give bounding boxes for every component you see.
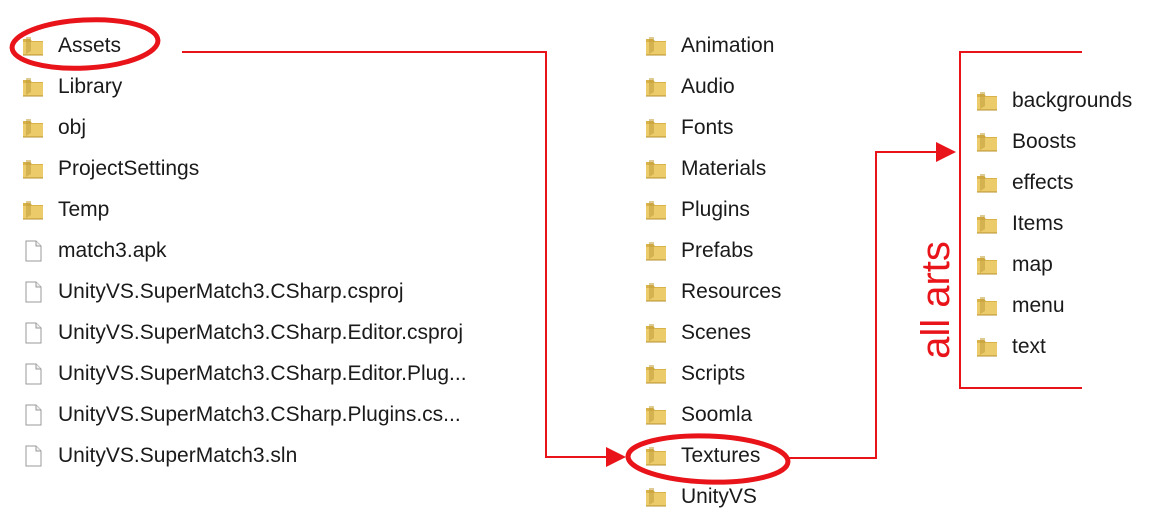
folder-item-menu[interactable]: menu bbox=[974, 290, 1065, 322]
file-icon bbox=[20, 320, 46, 346]
folder-icon bbox=[643, 320, 669, 346]
file-item-unityvs-supermatch3-sln[interactable]: UnityVS.SuperMatch3.sln bbox=[20, 440, 297, 472]
item-label: Scenes bbox=[681, 321, 752, 344]
folder-icon bbox=[643, 115, 669, 141]
item-label: UnityVS.SuperMatch3.CSharp.Editor.Plug..… bbox=[58, 362, 467, 385]
folder-item-assets[interactable]: Assets bbox=[20, 30, 121, 62]
item-label: effects bbox=[1012, 171, 1074, 194]
item-label: Animation bbox=[681, 34, 775, 57]
file-item-unityvs-supermatch3-csharp-editor-csproj[interactable]: UnityVS.SuperMatch3.CSharp.Editor.csproj bbox=[20, 317, 463, 349]
folder-item-projectsettings[interactable]: ProjectSettings bbox=[20, 153, 199, 185]
folder-icon bbox=[974, 293, 1000, 319]
folder-icon bbox=[20, 115, 46, 141]
file-icon bbox=[20, 238, 46, 264]
folder-icon bbox=[643, 279, 669, 305]
all-arts-label: all arts bbox=[906, 230, 966, 370]
item-label: Scripts bbox=[681, 362, 746, 385]
textures-folder-list: backgrounds Boosts effects Items map menu text bbox=[974, 85, 1159, 385]
folder-item-library[interactable]: Library bbox=[20, 71, 122, 103]
item-label: UnityVS.SuperMatch3.CSharp.Editor.csproj bbox=[58, 321, 464, 344]
folder-icon bbox=[974, 88, 1000, 114]
folder-icon bbox=[974, 129, 1000, 155]
item-label: Resources bbox=[681, 280, 782, 303]
item-label: Temp bbox=[58, 198, 110, 221]
folder-item-scenes[interactable]: Scenes bbox=[643, 317, 751, 349]
textures-to-subfolders-arrowhead bbox=[936, 142, 956, 162]
folder-item-backgrounds[interactable]: backgrounds bbox=[974, 85, 1132, 117]
folder-icon bbox=[643, 443, 669, 469]
item-label: UnityVS.SuperMatch3.sln bbox=[58, 444, 298, 467]
folder-item-fonts[interactable]: Fonts bbox=[643, 112, 734, 144]
item-label: Assets bbox=[58, 34, 122, 57]
file-icon bbox=[20, 279, 46, 305]
folder-icon bbox=[974, 170, 1000, 196]
folder-icon bbox=[643, 361, 669, 387]
item-label: menu bbox=[1012, 294, 1065, 317]
item-label: Prefabs bbox=[681, 239, 754, 262]
folder-item-effects[interactable]: effects bbox=[974, 167, 1073, 199]
project-root-file-list: Assets Library obj ProjectSettings Temp match… bbox=[20, 30, 540, 500]
folder-icon bbox=[974, 334, 1000, 360]
file-item-match3-apk[interactable]: match3.apk bbox=[20, 235, 167, 267]
folder-icon bbox=[20, 74, 46, 100]
folder-item-text[interactable]: text bbox=[974, 331, 1046, 363]
folder-item-boosts[interactable]: Boosts bbox=[974, 126, 1076, 158]
folder-item-resources[interactable]: Resources bbox=[643, 276, 781, 308]
item-label: Plugins bbox=[681, 198, 750, 221]
item-label: Audio bbox=[681, 75, 735, 98]
item-label: UnityVS.SuperMatch3.CSharp.csproj bbox=[58, 280, 404, 303]
folder-icon bbox=[643, 74, 669, 100]
folder-icon bbox=[643, 402, 669, 428]
folder-item-soomla[interactable]: Soomla bbox=[643, 399, 752, 431]
folder-item-scripts[interactable]: Scripts bbox=[643, 358, 745, 390]
folder-item-animation[interactable]: Animation bbox=[643, 30, 774, 62]
item-label: ProjectSettings bbox=[58, 157, 200, 180]
item-label: UnityVS.SuperMatch3.CSharp.Plugins.cs... bbox=[58, 403, 461, 426]
folder-icon bbox=[643, 197, 669, 223]
item-label: obj bbox=[58, 116, 87, 139]
item-label: match3.apk bbox=[58, 239, 167, 262]
folder-item-temp[interactable]: Temp bbox=[20, 194, 109, 226]
file-icon bbox=[20, 361, 46, 387]
item-label: backgrounds bbox=[1012, 89, 1133, 112]
file-item-unityvs-supermatch3-csharp-csproj[interactable]: UnityVS.SuperMatch3.CSharp.csproj bbox=[20, 276, 404, 308]
folder-icon bbox=[974, 252, 1000, 278]
item-label: Items bbox=[1012, 212, 1064, 235]
folder-item-audio[interactable]: Audio bbox=[643, 71, 735, 103]
item-label: map bbox=[1012, 253, 1053, 276]
item-label: Library bbox=[58, 75, 123, 98]
folder-item-materials[interactable]: Materials bbox=[643, 153, 766, 185]
all-arts-text: all arts bbox=[914, 241, 958, 359]
item-label: Materials bbox=[681, 157, 767, 180]
folder-item-textures[interactable]: Textures bbox=[643, 440, 760, 472]
file-icon bbox=[20, 443, 46, 469]
item-label: text bbox=[1012, 335, 1046, 358]
file-icon bbox=[20, 402, 46, 428]
folder-icon bbox=[20, 197, 46, 223]
folder-icon bbox=[643, 484, 669, 510]
folder-icon bbox=[643, 33, 669, 59]
folder-item-map[interactable]: map bbox=[974, 249, 1053, 281]
folder-item-unityvs[interactable]: UnityVS bbox=[643, 481, 757, 513]
folder-icon bbox=[974, 211, 1000, 237]
folder-item-items[interactable]: Items bbox=[974, 208, 1063, 240]
item-label: Boosts bbox=[1012, 130, 1077, 153]
file-item-unityvs-supermatch3-csharp-plugins-cs[interactable]: UnityVS.SuperMatch3.CSharp.Plugins.cs... bbox=[20, 399, 461, 431]
item-label: Textures bbox=[681, 444, 761, 467]
folder-item-plugins[interactable]: Plugins bbox=[643, 194, 750, 226]
folder-item-obj[interactable]: obj bbox=[20, 112, 86, 144]
folder-icon bbox=[643, 156, 669, 182]
item-label: Fonts bbox=[681, 116, 734, 139]
item-label: Soomla bbox=[681, 403, 753, 426]
item-label: UnityVS bbox=[681, 485, 757, 508]
folder-icon bbox=[20, 33, 46, 59]
folder-item-prefabs[interactable]: Prefabs bbox=[643, 235, 753, 267]
file-item-unityvs-supermatch3-csharp-editor-plug[interactable]: UnityVS.SuperMatch3.CSharp.Editor.Plug..… bbox=[20, 358, 467, 390]
assets-to-textures-arrowhead bbox=[606, 447, 626, 467]
folder-icon bbox=[643, 238, 669, 264]
assets-folder-list: Animation Audio Fonts Materials Plugins Prefa… bbox=[643, 30, 863, 516]
folder-icon bbox=[20, 156, 46, 182]
